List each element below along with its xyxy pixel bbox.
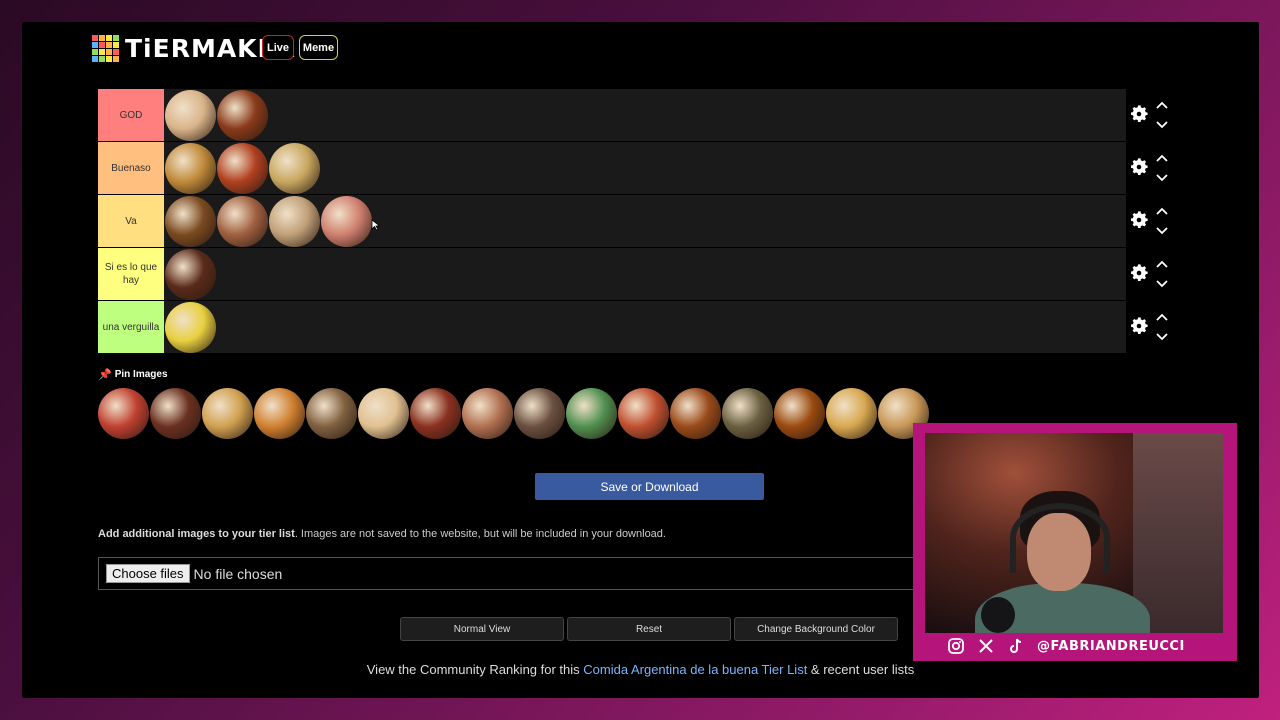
save-download-button[interactable]: Save or Download xyxy=(535,473,764,500)
info-rest: . Images are not saved to the website, b… xyxy=(294,528,666,540)
community-prefix: View the Community Ranking for this xyxy=(366,662,584,677)
additional-images-info: Add additional images to your tier list.… xyxy=(98,528,666,540)
pool-image[interactable] xyxy=(826,388,877,439)
chevron-down-icon[interactable] xyxy=(1156,227,1168,235)
tier-item-image[interactable] xyxy=(165,142,216,194)
tier-item-image[interactable] xyxy=(165,248,216,300)
x-icon xyxy=(979,639,993,653)
pool-image[interactable] xyxy=(358,388,409,439)
pool-image[interactable] xyxy=(410,388,461,439)
pin-images-label: Pin Images xyxy=(114,369,168,380)
chevron-down-icon[interactable] xyxy=(1156,174,1168,182)
streamer-handle: @FABRIANDREUCCI xyxy=(1037,638,1185,654)
tier-controls xyxy=(1128,142,1178,194)
tiktok-icon xyxy=(1010,638,1022,653)
info-bold: Add additional images to your tier list xyxy=(98,528,295,540)
microphone-icon xyxy=(981,597,1015,633)
chevron-down-icon[interactable] xyxy=(1156,121,1168,129)
pool-image[interactable] xyxy=(566,388,617,439)
change-background-color-button[interactable]: Change Background Color xyxy=(734,617,898,641)
chevron-up-icon[interactable] xyxy=(1156,260,1168,268)
tier-label[interactable]: Si es lo que hay xyxy=(98,248,164,300)
tier-item-image[interactable] xyxy=(321,195,372,247)
pool-image[interactable] xyxy=(254,388,305,439)
file-upload-field[interactable]: Choose files No file chosen xyxy=(98,557,938,590)
pool-image[interactable] xyxy=(150,388,201,439)
tier-row: una verguilla xyxy=(98,301,1126,353)
chevron-up-icon[interactable] xyxy=(1156,154,1168,162)
file-status: No file chosen xyxy=(193,565,283,582)
tier-controls xyxy=(1128,195,1178,247)
chevron-down-icon[interactable] xyxy=(1156,280,1168,288)
tier-item-image[interactable] xyxy=(269,142,320,194)
tier-list: GOD Buenaso Va Si es lo que hay una verguill… xyxy=(98,89,1126,354)
pool-image[interactable] xyxy=(722,388,773,439)
pool-image[interactable] xyxy=(618,388,669,439)
headset-icon xyxy=(1010,503,1110,573)
meme-button[interactable]: Meme xyxy=(299,35,338,60)
instagram-icon xyxy=(948,638,964,654)
community-ranking-text: View the Community Ranking for this Comi… xyxy=(22,662,1259,677)
gear-icon[interactable] xyxy=(1128,156,1150,178)
gear-icon[interactable] xyxy=(1128,209,1150,231)
tier-label[interactable]: Buenaso xyxy=(98,142,164,194)
tier-item-image[interactable] xyxy=(165,301,216,353)
live-button[interactable]: Live xyxy=(262,35,294,60)
mouse-cursor-icon xyxy=(371,219,381,231)
tier-items[interactable] xyxy=(164,195,373,247)
tier-items[interactable] xyxy=(164,248,217,300)
tier-label[interactable]: Va xyxy=(98,195,164,247)
choose-files-button[interactable]: Choose files xyxy=(106,564,190,583)
gear-icon[interactable] xyxy=(1128,315,1150,337)
pool-image[interactable] xyxy=(514,388,565,439)
chevron-down-icon[interactable] xyxy=(1156,333,1168,341)
tier-item-image[interactable] xyxy=(269,195,320,247)
tier-item-image[interactable] xyxy=(217,142,268,194)
tier-item-image[interactable] xyxy=(165,89,216,141)
chevron-up-icon[interactable] xyxy=(1156,207,1168,215)
logo-grid-icon xyxy=(92,35,119,62)
tier-items[interactable] xyxy=(164,301,217,353)
pin-images-toggle[interactable]: 📌 Pin Images xyxy=(98,368,168,381)
pool-image[interactable] xyxy=(670,388,721,439)
chevron-up-icon[interactable] xyxy=(1156,313,1168,321)
tier-label[interactable]: una verguilla xyxy=(98,301,164,353)
tier-items[interactable] xyxy=(164,142,321,194)
normal-view-button[interactable]: Normal View xyxy=(400,617,564,641)
tier-item-image[interactable] xyxy=(165,195,216,247)
pool-image[interactable] xyxy=(774,388,825,439)
webcam-overlay: @FABRIANDREUCCI xyxy=(913,423,1237,661)
pin-icon: 📌 xyxy=(98,369,112,381)
tier-item-image[interactable] xyxy=(217,195,268,247)
tier-row: Si es lo que hay xyxy=(98,248,1126,300)
tier-controls xyxy=(1128,301,1178,353)
pool-image[interactable] xyxy=(98,388,149,439)
pool-image[interactable] xyxy=(462,388,513,439)
tier-item-image[interactable] xyxy=(217,89,268,141)
tier-row: Va xyxy=(98,195,1126,247)
webcam-video xyxy=(925,433,1223,633)
image-pool xyxy=(98,388,930,439)
community-suffix: & recent user lists xyxy=(807,662,915,677)
reset-button[interactable]: Reset xyxy=(567,617,731,641)
tier-controls xyxy=(1128,248,1178,300)
pool-image[interactable] xyxy=(306,388,357,439)
gear-icon[interactable] xyxy=(1128,103,1150,125)
gear-icon[interactable] xyxy=(1128,262,1150,284)
community-link[interactable]: Comida Argentina de la buena Tier List xyxy=(583,662,807,677)
tier-row: GOD xyxy=(98,89,1126,141)
tier-label[interactable]: GOD xyxy=(98,89,164,141)
social-bar: @FABRIANDREUCCI xyxy=(947,637,1185,655)
chevron-up-icon[interactable] xyxy=(1156,101,1168,109)
tier-items[interactable] xyxy=(164,89,269,141)
tier-row: Buenaso xyxy=(98,142,1126,194)
pool-image[interactable] xyxy=(202,388,253,439)
tier-controls xyxy=(1128,89,1178,141)
